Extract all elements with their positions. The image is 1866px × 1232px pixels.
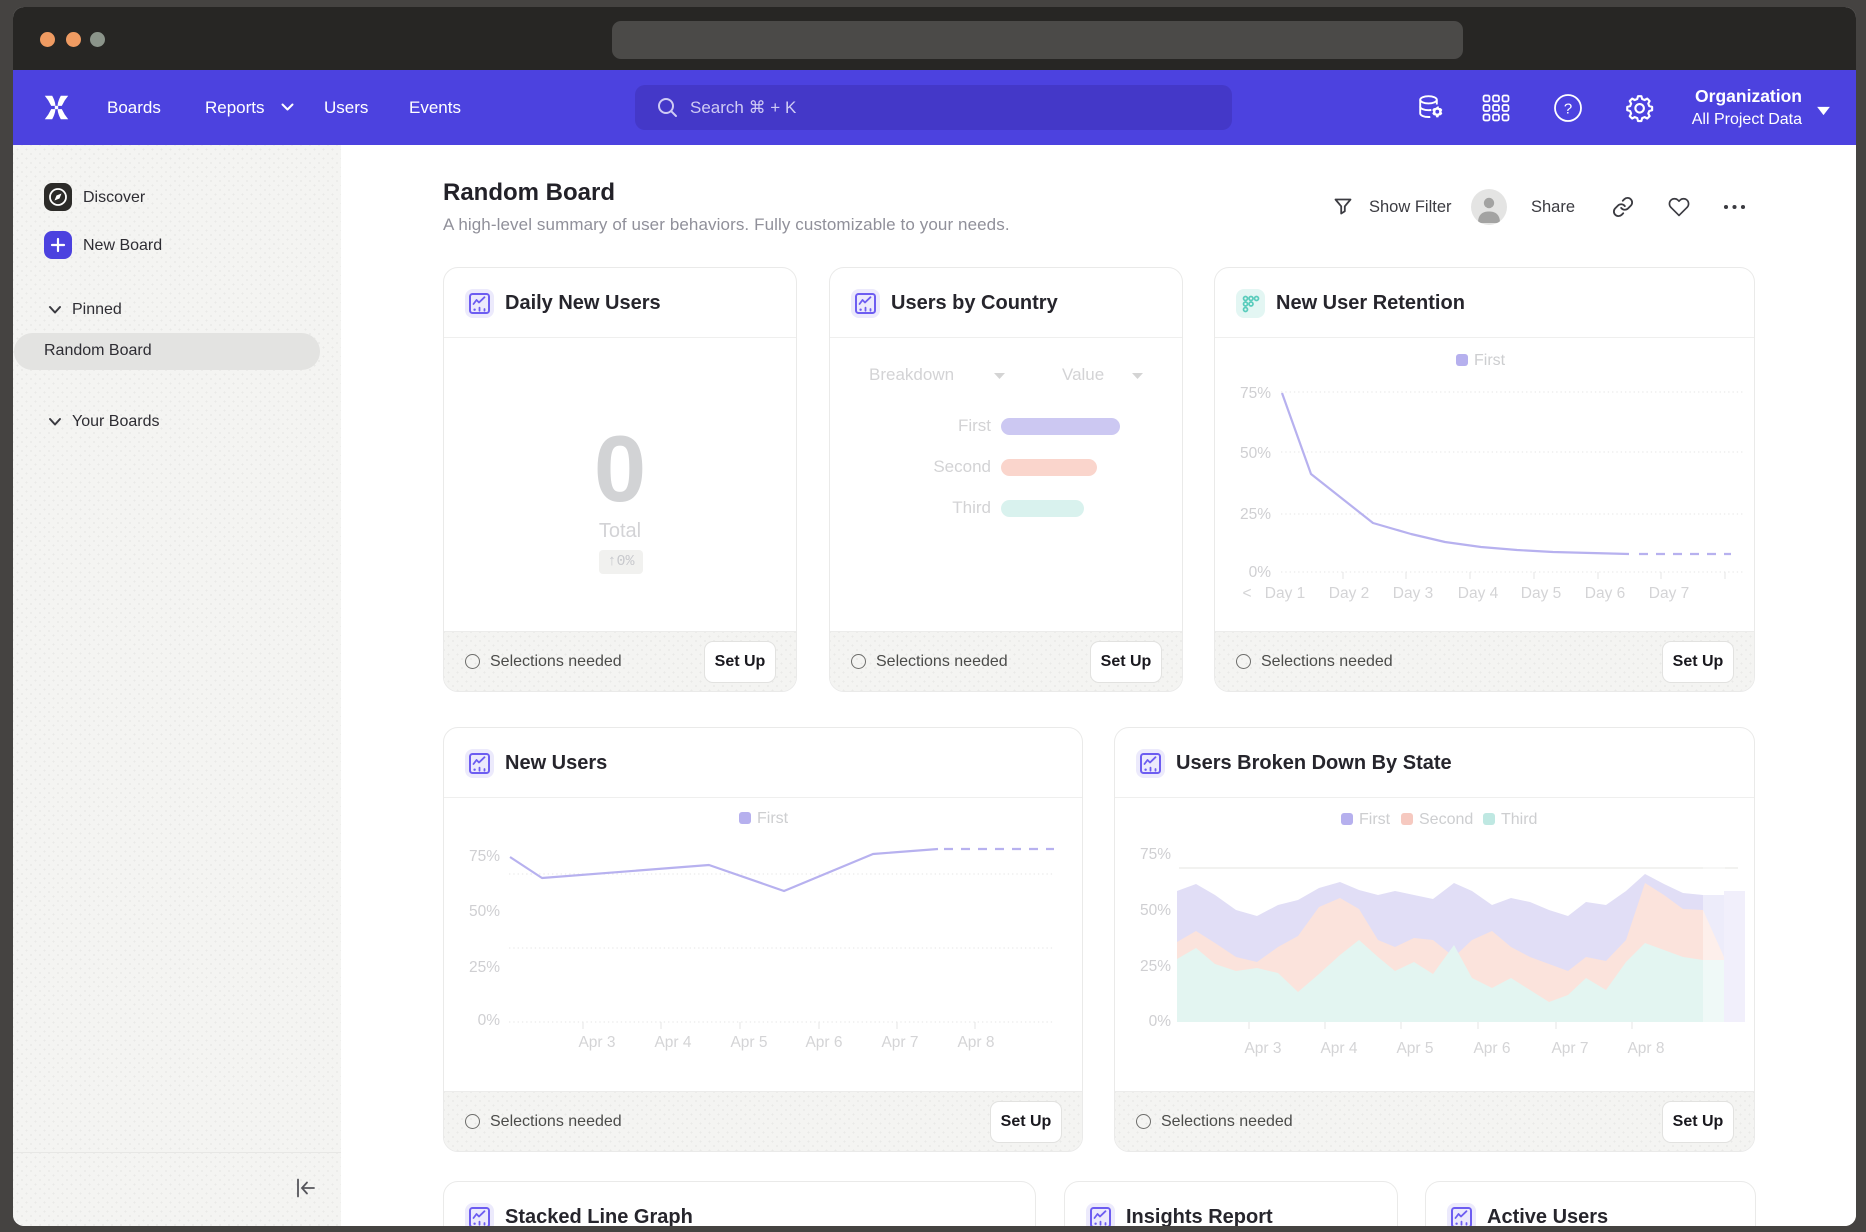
svg-text:Apr 6: Apr 6 <box>805 1034 842 1051</box>
svg-text:Apr 8: Apr 8 <box>1627 1040 1664 1057</box>
svg-text:50%: 50% <box>469 903 500 920</box>
svg-text:Day 5: Day 5 <box>1521 585 1562 602</box>
svg-text:Apr 3: Apr 3 <box>578 1034 615 1051</box>
svg-text:Apr 5: Apr 5 <box>730 1034 767 1051</box>
svg-text:Apr 7: Apr 7 <box>1551 1040 1588 1057</box>
svg-text:Apr 3: Apr 3 <box>1244 1040 1281 1057</box>
svg-text:25%: 25% <box>469 959 500 976</box>
svg-text:Day 1: Day 1 <box>1265 585 1306 602</box>
svg-text:?: ? <box>1564 101 1572 118</box>
svg-text:Apr 6: Apr 6 <box>1473 1040 1510 1057</box>
svg-text:Apr 4: Apr 4 <box>1320 1040 1357 1057</box>
svg-text:25%: 25% <box>1240 506 1271 523</box>
svg-text:Day 6: Day 6 <box>1585 585 1626 602</box>
svg-text:0%: 0% <box>1249 564 1272 581</box>
svg-text:Day 4: Day 4 <box>1458 585 1499 602</box>
svg-text:<: < <box>1242 585 1251 602</box>
svg-text:Apr 5: Apr 5 <box>1396 1040 1433 1057</box>
svg-text:Apr 7: Apr 7 <box>881 1034 918 1051</box>
svg-text:0%: 0% <box>478 1012 501 1029</box>
svg-text:Day 3: Day 3 <box>1393 585 1434 602</box>
svg-text:Apr 4: Apr 4 <box>654 1034 691 1051</box>
svg-text:Second: Second <box>1419 811 1473 828</box>
svg-text:First: First <box>757 810 789 827</box>
svg-text:75%: 75% <box>1140 846 1171 863</box>
svg-text:Apr 8: Apr 8 <box>957 1034 994 1051</box>
svg-text:Third: Third <box>1501 811 1537 828</box>
svg-text:First: First <box>1474 352 1506 369</box>
svg-text:0%: 0% <box>1149 1013 1172 1030</box>
svg-text:75%: 75% <box>1240 385 1271 402</box>
svg-text:25%: 25% <box>1140 958 1171 975</box>
svg-text:75%: 75% <box>469 848 500 865</box>
svg-text:Day 2: Day 2 <box>1329 585 1370 602</box>
svg-text:50%: 50% <box>1140 902 1171 919</box>
svg-text:50%: 50% <box>1240 445 1271 462</box>
svg-text:First: First <box>1359 811 1391 828</box>
svg-text:Day 7: Day 7 <box>1649 585 1690 602</box>
